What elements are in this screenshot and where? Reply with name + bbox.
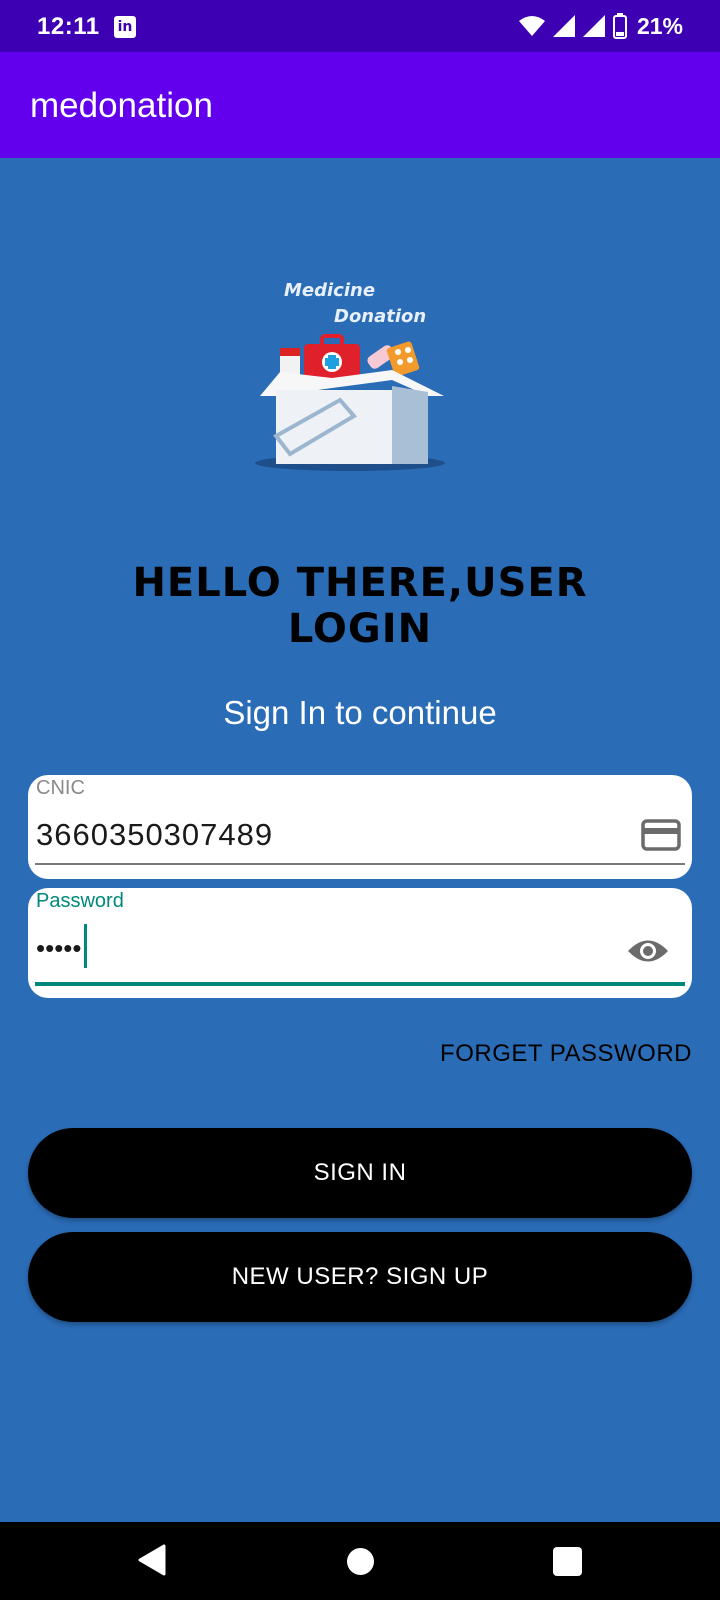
cell-signal-icon (552, 15, 575, 37)
cnic-input[interactable]: 3660350307489 (36, 817, 273, 853)
linkedin-icon: in (114, 16, 136, 38)
text-caret (83, 924, 87, 968)
status-bar: 12:11 in 21% (0, 0, 720, 52)
wifi-icon (518, 16, 545, 36)
navigation-bar (0, 1522, 720, 1600)
medicine-donation-logo: Medicine Donation (222, 258, 482, 518)
recents-icon[interactable] (553, 1547, 582, 1576)
battery-icon (612, 13, 627, 39)
cnic-underline (35, 863, 685, 865)
app-bar: medonation (0, 52, 720, 158)
password-underline (35, 982, 685, 986)
home-icon[interactable] (347, 1548, 374, 1575)
battery-percent: 21% (636, 12, 683, 39)
password-masked-value: ••••• (36, 932, 82, 963)
heading-line2: LOGIN (287, 606, 433, 652)
card-icon (641, 819, 681, 851)
sign-up-button[interactable]: NEW USER? SIGN UP (28, 1232, 692, 1322)
subheading: Sign In to continue (223, 694, 497, 731)
cnic-label: CNIC (36, 777, 85, 799)
login-heading: HELLO THERE,USER LOGIN (0, 560, 720, 652)
back-icon[interactable] (138, 1544, 166, 1576)
cell-signal-icon-2 (582, 15, 605, 37)
password-input[interactable]: ••••• (36, 924, 87, 968)
app-title: medonation (30, 86, 213, 125)
cnic-field[interactable]: CNIC 3660350307489 (28, 775, 692, 879)
sign-in-button[interactable]: SIGN IN (28, 1128, 692, 1218)
status-icons: 21% (518, 12, 683, 40)
donation-box-icon (255, 334, 445, 471)
heading-line1: HELLO THERE,USER (132, 560, 588, 606)
eye-icon[interactable] (626, 936, 670, 966)
password-label: Password (36, 890, 124, 912)
forget-password-link[interactable]: FORGET PASSWORD (440, 1040, 692, 1068)
status-time: 12:11 (37, 13, 100, 40)
password-field[interactable]: Password ••••• (28, 888, 692, 998)
